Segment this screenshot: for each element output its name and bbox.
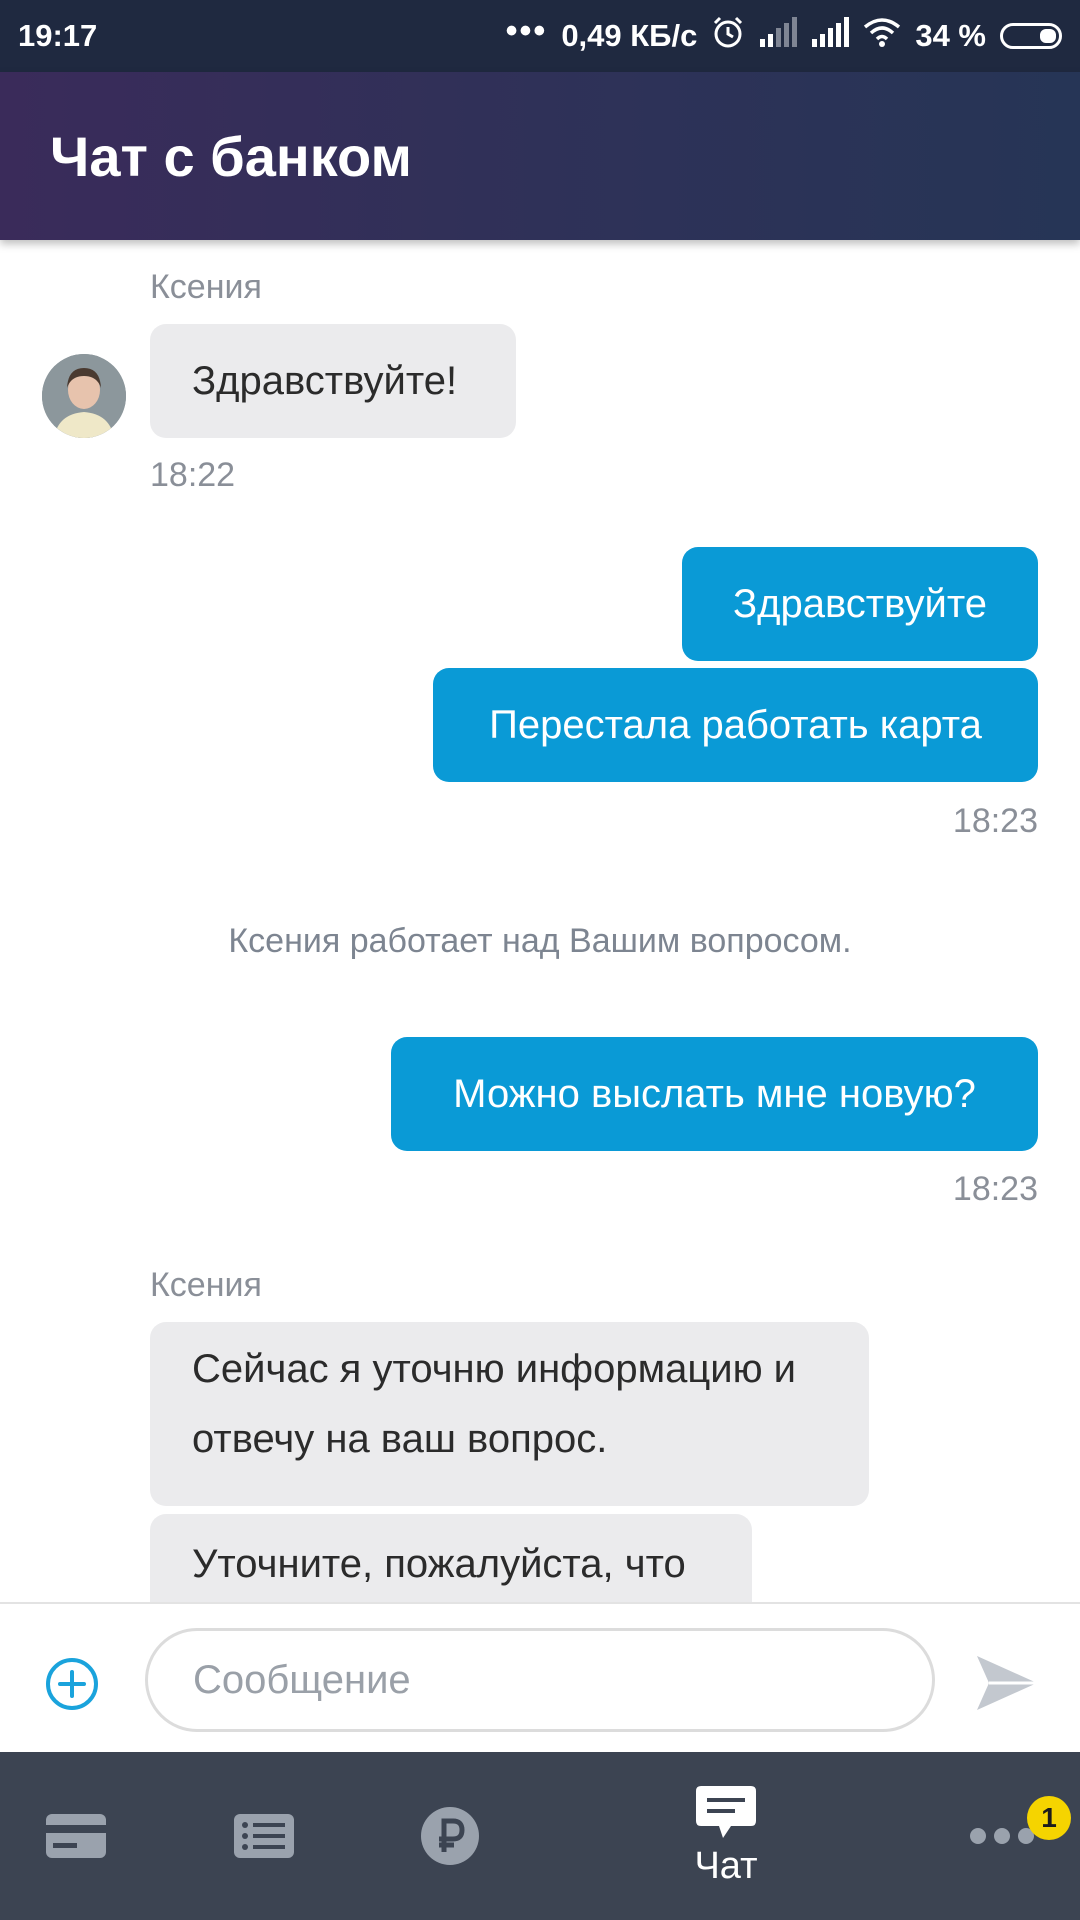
outgoing-message-bubble: Здравствуйте [682,547,1038,661]
attach-button[interactable] [44,1656,100,1712]
status-time: 19:17 [18,18,98,53]
message-text: Уточните, пожалуйста, что [192,1542,686,1586]
card-icon [46,1814,106,1858]
wifi-icon [863,17,901,55]
nav-chat[interactable]: Чат [676,1752,776,1920]
status-bar: 19:17 ••• 0,49 КБ/с 34 % [0,0,1080,72]
message-text: Здравствуйте! [192,358,458,403]
message-text-line: Сейчас я уточню информацию и [192,1347,797,1391]
nav-payments[interactable] [418,1752,482,1920]
list-icon [234,1814,294,1858]
message-text: Здравствуйте [733,581,987,626]
message-text: Перестала работать карта [489,702,982,747]
nav-cards[interactable] [40,1752,112,1920]
nav-history[interactable] [232,1752,296,1920]
chat-messages[interactable]: Ксения Здравствуйте! 18:22 Здравствуйте … [0,240,1080,1602]
message-sender: Ксения [150,268,262,306]
ruble-icon [421,1807,479,1865]
signal-icon [811,17,850,55]
more-icon [970,1828,1034,1844]
outgoing-message-bubble: Можно выслать мне новую? [391,1037,1038,1151]
plus-circle-icon [46,1658,98,1710]
nav-chat-label: Чат [694,1844,758,1887]
notification-dots: ••• [505,12,548,50]
network-speed: 0,49 КБ/с [561,18,698,53]
app-header: Чат с банком [0,72,1080,240]
send-button[interactable] [975,1654,1039,1712]
message-time: 18:22 [150,456,236,494]
status-right: ••• 0,49 КБ/с 34 % [505,12,1062,57]
message-sender: Ксения [150,1266,262,1304]
send-icon [977,1656,1037,1710]
nav-more[interactable] [968,1752,1038,1920]
chat-icon [696,1785,756,1838]
incoming-message-bubble: Сейчас я уточню информацию и отвечу на в… [150,1322,869,1506]
battery-percent: 34 % [915,18,986,53]
signal-weak-icon [759,17,798,55]
system-message: Ксения работает над Вашим вопросом. [228,922,852,960]
alarm-icon [711,15,745,57]
incoming-message-bubble: Уточните, пожалуйста, что [150,1514,752,1602]
avatar[interactable] [42,354,126,438]
message-input[interactable] [145,1628,935,1732]
message-text: Можно выслать мне новую? [453,1071,976,1116]
outgoing-message-bubble: Перестала работать карта [433,668,1038,782]
bottom-nav: Чат 1 [0,1752,1080,1920]
page-title: Чат с банком [50,124,412,188]
notification-badge: 1 [1027,1796,1071,1840]
message-composer [0,1602,1080,1752]
message-time: 18:23 [952,1170,1038,1208]
message-text-line: отвечу на ваш вопрос. [192,1417,608,1461]
battery-icon [1000,23,1062,49]
message-time: 18:23 [952,802,1038,840]
incoming-message-bubble: Здравствуйте! [150,324,516,438]
